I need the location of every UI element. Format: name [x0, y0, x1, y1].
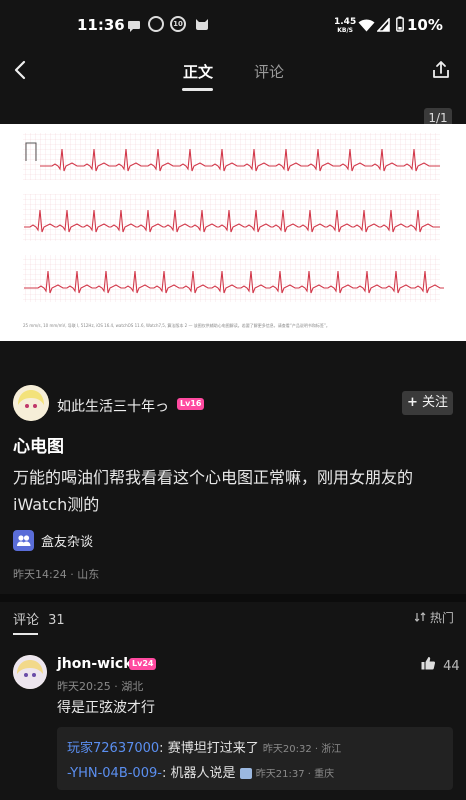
comment-text: 得是正弦波才行: [57, 700, 155, 716]
post-meta: 昨天14:24 · 山东: [13, 568, 100, 581]
network-speed: 1.45 KB/S: [334, 17, 357, 35]
active-tab-indicator: [182, 88, 213, 91]
sort-hot-button[interactable]: 热门: [414, 609, 454, 626]
reply-item: -YHN-04B-009-: 机器人说是 昨天21:37 · 重庆: [67, 762, 334, 781]
thumbs-up-icon: [421, 657, 440, 674]
follow-label: 关注: [422, 395, 449, 410]
author-avatar[interactable]: [13, 385, 49, 421]
reply-user[interactable]: -YHN-04B-009-: [67, 766, 162, 781]
emoji-icon: [239, 768, 252, 779]
post-body: 万能的喝油们帮我看看这个心电图正常嘛，刚用女朋友的iWatch测的: [13, 468, 414, 514]
battery-percent: 10%: [407, 16, 443, 34]
reply-sep: :: [159, 741, 164, 756]
post-title: 心电图: [13, 437, 64, 457]
top-nav: 正文 评论: [0, 52, 466, 96]
plus-icon: +: [406, 395, 418, 410]
wifi-icon: [358, 17, 375, 36]
reply-text: 赛博坦打过来了: [167, 741, 259, 756]
status-bar: 11:36 10 1.45 KB/S 10%: [0, 0, 466, 52]
tab-main[interactable]: 正文: [183, 61, 213, 82]
cell-signal-icon: [376, 16, 390, 36]
comments-underline: [13, 633, 38, 635]
author-level-badge: Lv16: [177, 398, 205, 410]
topic-tag[interactable]: 盒友杂谈: [13, 528, 93, 552]
topic-tag-label: 盒友杂谈: [41, 534, 94, 550]
comments-label: 评论: [13, 613, 40, 628]
follow-button[interactable]: + 关注: [402, 391, 453, 415]
group-icon: [13, 529, 34, 551]
like-count: 44: [443, 659, 460, 674]
data-saver-icon: [148, 16, 164, 32]
share-icon[interactable]: [431, 60, 451, 84]
reply-meta: 昨天20:32 · 浙江: [262, 744, 342, 755]
comment-user-level: Lv24: [129, 658, 157, 670]
replies-box[interactable]: 玩家72637000: 赛博坦打过来了 昨天20:32 · 浙江 -YHN-04…: [57, 727, 453, 790]
notification-count-icon: 10: [170, 16, 186, 32]
commenter-avatar[interactable]: [13, 655, 47, 689]
message-icon: [127, 18, 141, 37]
tab-comments[interactable]: 评论: [254, 61, 284, 82]
ecg-footer-text: 25 mm/s, 10 mm/mV, 导联 I, 512Hz, iOS 16.4…: [23, 322, 330, 328]
battery-icon: [396, 16, 404, 36]
comment-user[interactable]: jhon-wick: [57, 656, 133, 672]
reply-sep: :: [161, 766, 167, 781]
sort-label: 热门: [429, 611, 454, 625]
ecg-image[interactable]: 25 mm/s, 10 mm/mV, 导联 I, 512Hz, iOS 16.4…: [0, 124, 466, 341]
reply-item: 玩家72637000: 赛博坦打过来了 昨天20:32 · 浙江: [67, 737, 341, 756]
ecg-strips: 25 mm/s, 10 mm/mV, 导联 I, 512Hz, iOS 16.4…: [23, 133, 444, 328]
like-button[interactable]: 44: [421, 656, 460, 674]
comments-header: 评论 31: [13, 609, 65, 628]
sort-icon: [414, 611, 430, 625]
reply-meta: 昨天21:37 · 重庆: [255, 769, 335, 780]
cat-app-icon: [194, 16, 210, 36]
status-time: 11:36: [77, 16, 125, 34]
reply-text: 机器人说是: [170, 766, 236, 781]
back-icon[interactable]: [12, 60, 28, 84]
section-divider: [0, 594, 466, 602]
reply-user[interactable]: 玩家72637000: [67, 741, 159, 756]
author-name[interactable]: 如此生活三十年っ: [57, 396, 169, 416]
comment-meta: 昨天20:25 · 湖北: [57, 680, 144, 693]
comments-count: 31: [48, 613, 65, 628]
